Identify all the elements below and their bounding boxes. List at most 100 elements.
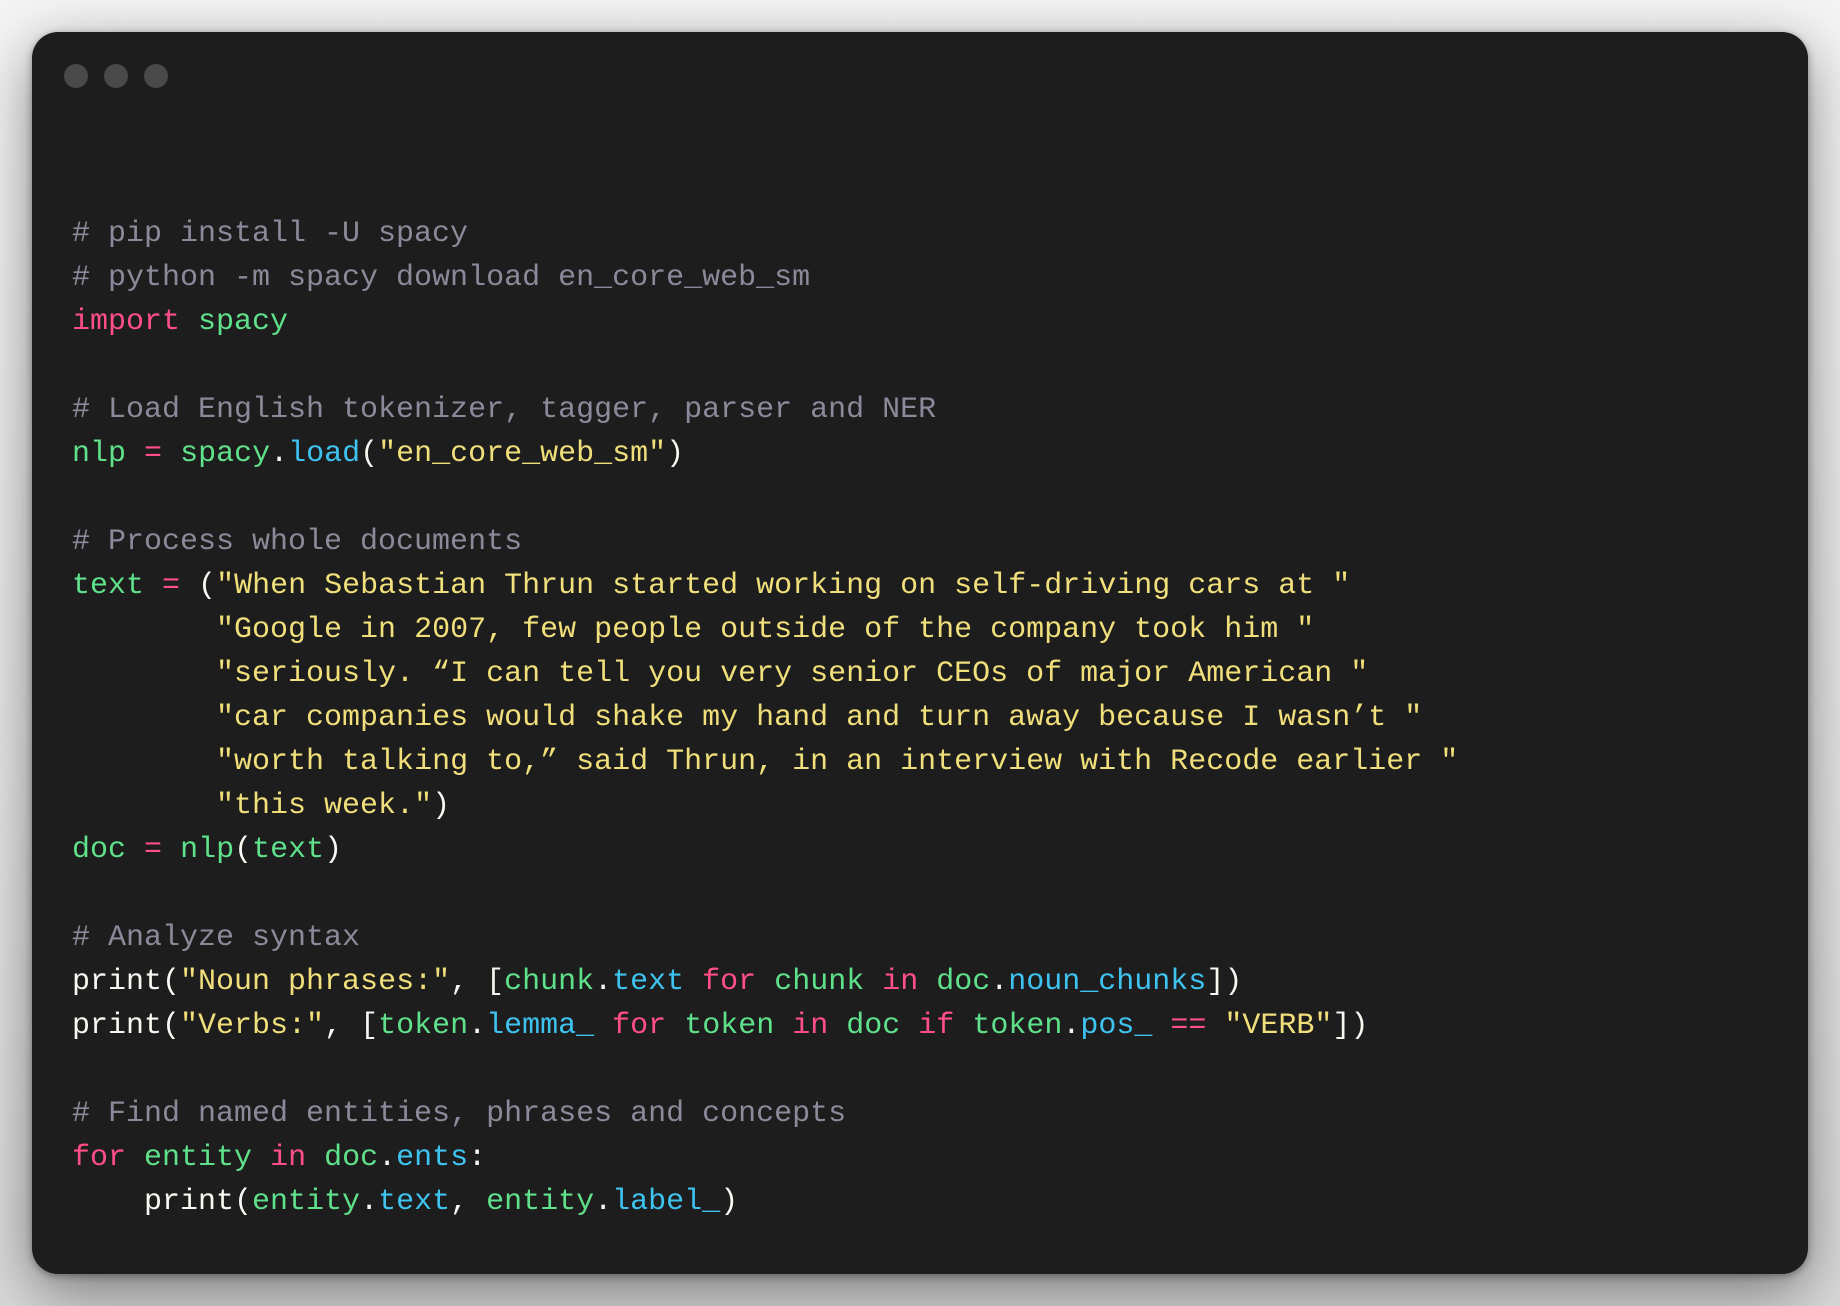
code-token-punctuation: : (468, 1141, 487, 1175)
code-token-identifier: chunk (504, 965, 595, 999)
code-token-punctuation: , (450, 1185, 487, 1219)
code-token-punctuation (180, 305, 198, 339)
code-token-punctuation: ( (234, 833, 253, 867)
code-token-punctuation: . (594, 965, 613, 999)
code-line: doc = nlp(text) (72, 828, 1458, 872)
code-token-punctuation (594, 1009, 612, 1043)
code-token-punctuation: print( (72, 965, 181, 999)
code-token-punctuation: . (1062, 1009, 1081, 1043)
code-token-punctuation: . (468, 1009, 487, 1043)
code-token-attribute: ents (396, 1141, 469, 1175)
close-dot[interactable] (64, 64, 88, 88)
code-token-attribute: label_ (612, 1185, 721, 1219)
code-token-punctuation (918, 965, 936, 999)
code-line: "this week.") (72, 784, 1458, 828)
code-token-identifier: chunk (774, 965, 865, 999)
code-token-keyword: = (144, 833, 163, 867)
code-token-string-literal: "When Sebastian Thrun started working on… (216, 569, 1351, 603)
code-line: # Analyze syntax (72, 916, 1458, 960)
code-token-punctuation (900, 1009, 918, 1043)
code-line: print("Noun phrases:", [chunk.text for c… (72, 960, 1458, 1004)
code-token-punctuation: , [ (450, 965, 505, 999)
code-token-punctuation (756, 965, 774, 999)
code-token-punctuation: . (270, 437, 289, 471)
code-line: # Find named entities, phrases and conce… (72, 1092, 1458, 1136)
code-token-punctuation (162, 437, 180, 471)
code-line: "worth talking to,” said Thrun, in an in… (72, 740, 1458, 784)
code-token-attribute: text (612, 965, 685, 999)
code-token-identifier: token (378, 1009, 469, 1043)
code-line: nlp = spacy.load("en_core_web_sm") (72, 432, 1458, 476)
code-line: # python -m spacy download en_core_web_s… (72, 256, 1458, 300)
code-line: # Load English tokenizer, tagger, parser… (72, 388, 1458, 432)
code-token-punctuation: ) (666, 437, 685, 471)
code-token-string-literal: "car companies would shake my hand and t… (216, 701, 1423, 735)
code-token-identifier: nlp (72, 437, 127, 471)
code-token-punctuation (774, 1009, 792, 1043)
code-window: # pip install -U spacy # python -m spacy … (32, 32, 1808, 1274)
code-line: import spacy (72, 300, 1458, 344)
code-token-attribute: noun_chunks (1008, 965, 1207, 999)
code-token-identifier: entity (252, 1185, 361, 1219)
minimize-dot[interactable] (104, 64, 128, 88)
code-token-identifier: text (252, 833, 325, 867)
code-line: # pip install -U spacy (72, 212, 1458, 256)
code-token-punctuation: ) (720, 1185, 739, 1219)
code-token-punctuation (126, 833, 144, 867)
code-token-keyword: import (72, 305, 181, 339)
code-token-punctuation (306, 1141, 324, 1175)
code-token-punctuation: print( (72, 1009, 181, 1043)
code-token-punctuation: . (990, 965, 1009, 999)
code-token-punctuation (828, 1009, 846, 1043)
code-line: "seriously. “I can tell you very senior … (72, 652, 1458, 696)
code-token-punctuation (126, 1141, 144, 1175)
code-token-string-literal: "worth talking to,” said Thrun, in an in… (216, 745, 1459, 779)
code-token-identifier: token (684, 1009, 775, 1043)
code-token-keyword: if (918, 1009, 955, 1043)
code-line: "car companies would shake my hand and t… (72, 696, 1458, 740)
code-token-punctuation (684, 965, 702, 999)
code-token-keyword: in (882, 965, 919, 999)
code-line: text = ("When Sebastian Thrun started wo… (72, 564, 1458, 608)
code-token-string-literal: "Verbs:" (180, 1009, 325, 1043)
code-token-comment: # Find named entities, phrases and conce… (72, 1097, 847, 1131)
window-titlebar (32, 32, 1808, 122)
code-token-attribute: pos_ (1080, 1009, 1153, 1043)
code-token-identifier: doc (846, 1009, 901, 1043)
code-token-punctuation: . (378, 1141, 397, 1175)
code-token-punctuation (1206, 1009, 1224, 1043)
code-token-string-literal: "Google in 2007, few people outside of t… (216, 613, 1315, 647)
code-token-punctuation: , [ (324, 1009, 379, 1043)
code-line: "Google in 2007, few people outside of t… (72, 608, 1458, 652)
code-token-punctuation: ( (360, 437, 379, 471)
code-token-attribute: lemma_ (486, 1009, 595, 1043)
code-line: print(entity.text, entity.label_) (72, 1180, 1458, 1224)
code-token-punctuation (864, 965, 882, 999)
code-token-punctuation (252, 1141, 270, 1175)
code-token-string-literal: "en_core_web_sm" (378, 437, 667, 471)
code-token-punctuation (72, 613, 216, 647)
code-token-punctuation: ( (180, 569, 217, 603)
code-token-punctuation: print( (72, 1185, 253, 1219)
code-token-keyword: = (144, 437, 163, 471)
code-token-identifier: spacy (180, 437, 271, 471)
code-token-comment: # pip install -U spacy (72, 217, 469, 251)
code-token-punctuation (72, 657, 216, 691)
code-line: print("Verbs:", [token.lemma_ for token … (72, 1004, 1458, 1048)
code-token-punctuation: ) (324, 833, 343, 867)
code-line: # Process whole documents (72, 520, 1458, 564)
zoom-dot[interactable] (144, 64, 168, 88)
code-token-punctuation: ]) (1332, 1009, 1369, 1043)
code-token-punctuation: . (360, 1185, 379, 1219)
code-token-attribute: load (288, 437, 361, 471)
code-block: # pip install -U spacy # python -m spacy … (72, 212, 1458, 1224)
code-token-keyword: for (702, 965, 757, 999)
code-token-punctuation: . (594, 1185, 613, 1219)
code-token-keyword: == (1170, 1009, 1207, 1043)
code-token-identifier: text (72, 569, 145, 603)
code-token-keyword: in (792, 1009, 829, 1043)
code-token-comment: # Load English tokenizer, tagger, parser… (72, 393, 937, 427)
